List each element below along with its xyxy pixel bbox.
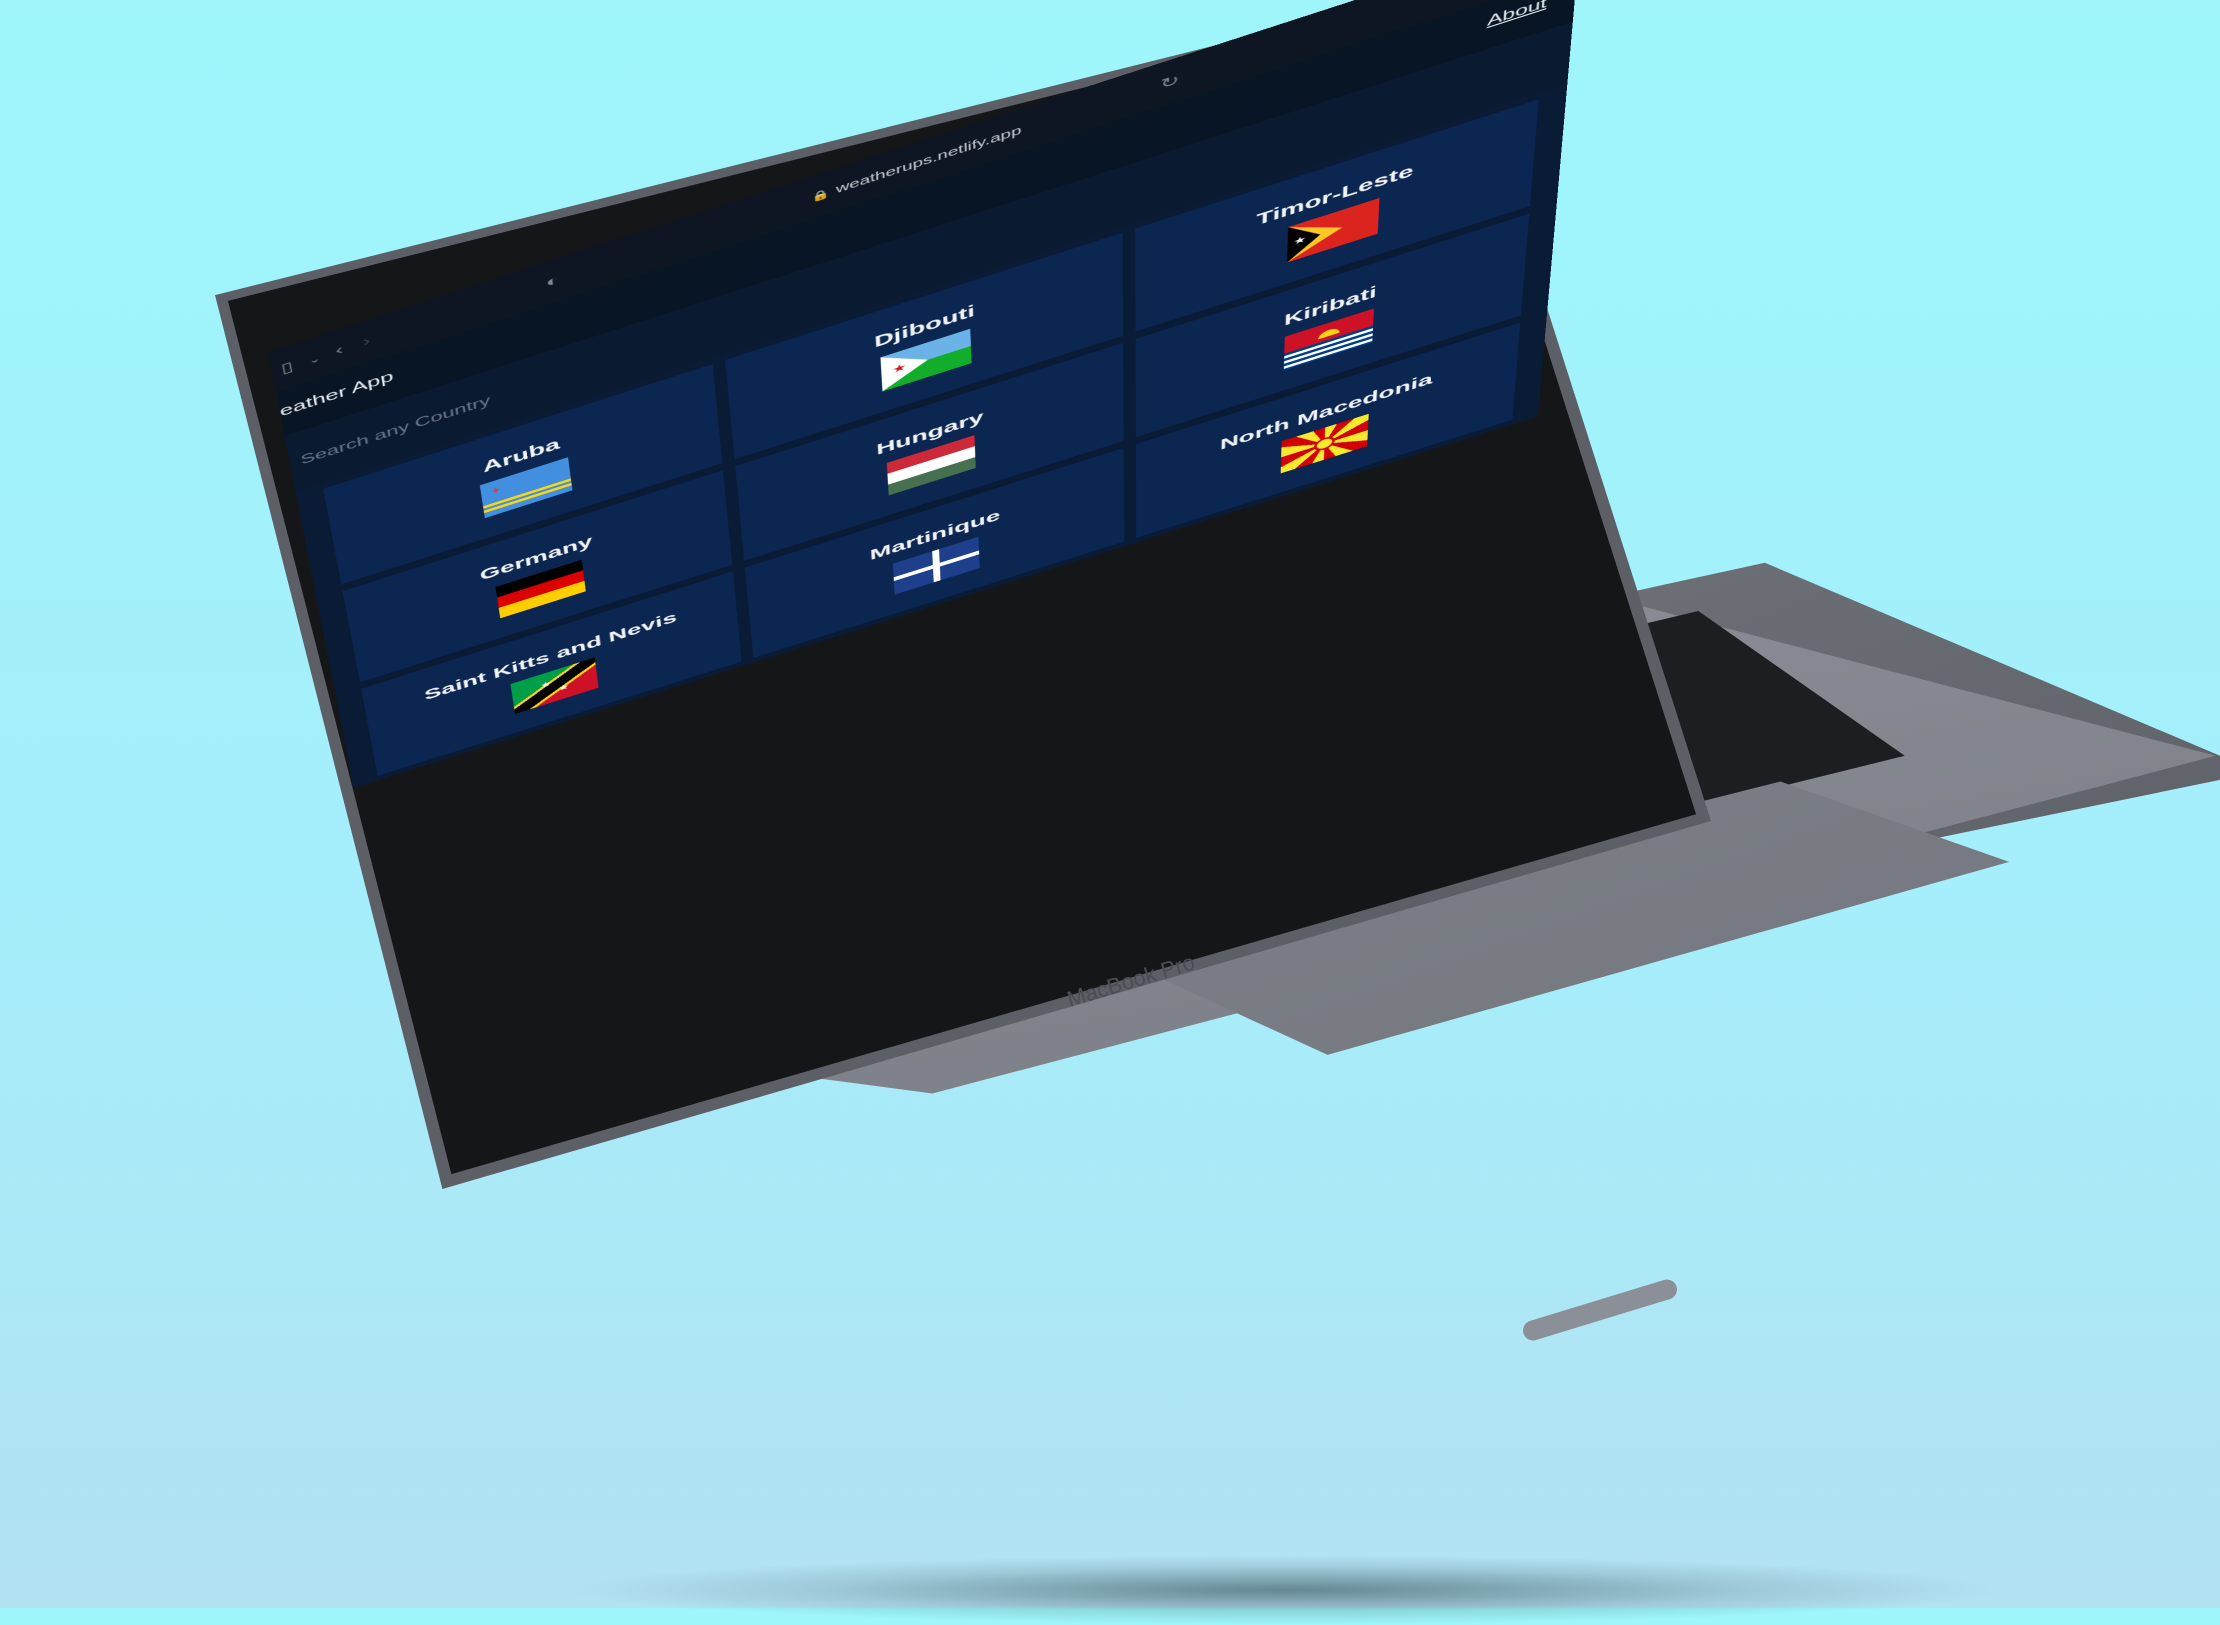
privacy-shield-icon[interactable]: ◐ [545, 272, 560, 292]
lid-notch [1520, 1277, 1680, 1343]
reload-icon[interactable]: ↻ [1160, 71, 1179, 94]
sidebar-toggle-icon[interactable]: ▯ [280, 358, 295, 377]
back-icon[interactable]: ‹ [334, 342, 344, 359]
lock-icon: 🔒 [811, 187, 831, 204]
chevron-down-icon[interactable]: ⌄ [308, 352, 322, 367]
forward-icon[interactable]: › [362, 333, 372, 350]
laptop-shadow [560, 1555, 2010, 1625]
about-link[interactable]: About [1487, 0, 1548, 30]
